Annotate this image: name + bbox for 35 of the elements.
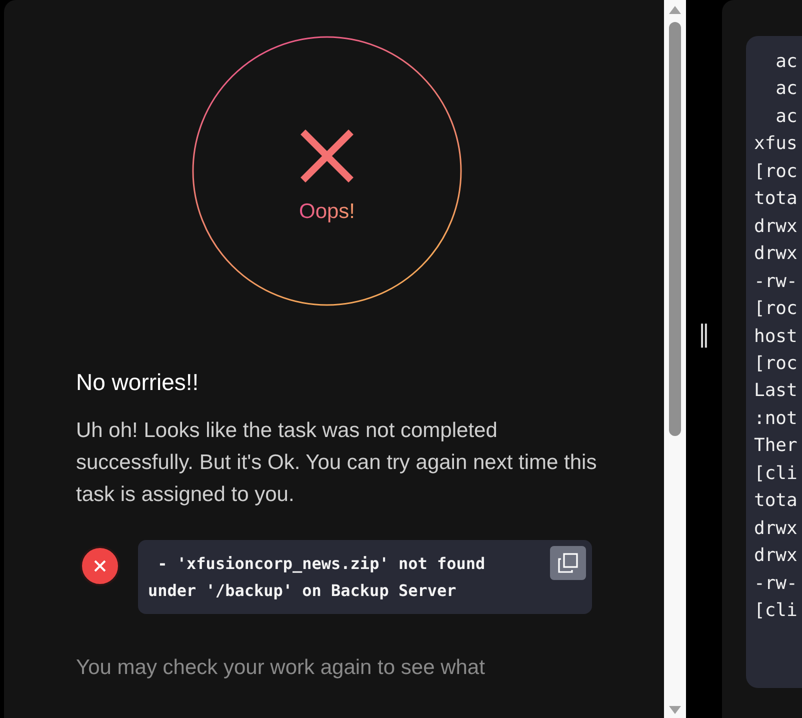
scroll-down-icon[interactable] bbox=[669, 706, 681, 714]
cross-icon bbox=[299, 128, 355, 184]
terminal-line: Last bbox=[754, 379, 798, 404]
terminal-line: [roc bbox=[754, 352, 798, 376]
scroll-up-icon[interactable] bbox=[669, 6, 681, 14]
terminal-line: host bbox=[754, 324, 798, 349]
heading: No worries!! bbox=[76, 369, 200, 396]
terminal-line: ac bbox=[774, 77, 798, 102]
terminal-line: drwx bbox=[754, 242, 798, 266]
scroll-thumb[interactable] bbox=[669, 22, 681, 436]
terminal-line: drwx bbox=[754, 544, 798, 568]
terminal-line: :not bbox=[754, 406, 798, 431]
terminal-line: [cli bbox=[754, 599, 798, 624]
terminal-line: drwx bbox=[754, 516, 798, 541]
terminal-line: tota bbox=[754, 489, 798, 514]
terminal-line: xfus bbox=[754, 132, 798, 156]
terminal-line: -rw- bbox=[754, 270, 798, 294]
footer-text: You may check your work again to see what bbox=[76, 656, 486, 680]
error-icon bbox=[80, 546, 120, 586]
terminal-line: tota bbox=[754, 187, 798, 212]
terminal-line: [cli bbox=[754, 462, 798, 486]
splitter-handle[interactable]: ‖ bbox=[698, 320, 710, 348]
scrollbar[interactable] bbox=[664, 0, 686, 718]
terminal-line: ac bbox=[774, 50, 798, 74]
message-text: Uh oh! Looks like the task was not completed successfully. But it's Ok. You can try again next time this task is assigned to you. bbox=[76, 418, 598, 508]
terminal-line: -rw- bbox=[754, 572, 798, 596]
terminal-line: ac bbox=[774, 104, 798, 129]
copy-icon bbox=[557, 552, 579, 574]
terminal-line: [roc bbox=[754, 297, 798, 322]
terminal-line: Ther bbox=[754, 434, 798, 458]
status-label: Oops! bbox=[298, 200, 356, 224]
terminal-line: drwx bbox=[754, 214, 798, 239]
copy-button[interactable] bbox=[550, 546, 586, 580]
terminal-line: [roc bbox=[754, 160, 798, 184]
error-message: - 'xfusioncorp_news.zip' not found under '/backup' on Backup Server bbox=[138, 540, 592, 614]
